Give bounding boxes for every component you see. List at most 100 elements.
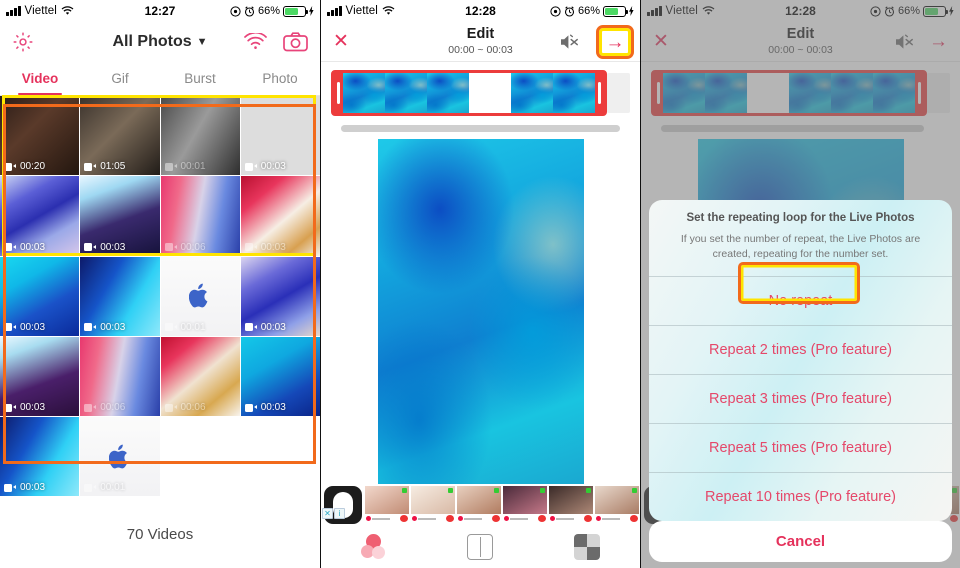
tab-photo[interactable]: Photo	[240, 62, 320, 95]
ad-thumbnail-item[interactable]	[595, 486, 639, 523]
location-icon	[550, 5, 561, 17]
split-view-icon[interactable]	[467, 533, 494, 560]
video-camera-icon	[164, 162, 177, 171]
grid-cell-video[interactable]: 00:03	[0, 417, 80, 497]
panel-all-photos: Viettel 12:27 66% All Photos ▼ Video Gif…	[0, 0, 320, 568]
ad-thumbnail-item[interactable]	[549, 486, 593, 523]
carrier-label: Viettel	[345, 5, 378, 17]
grid-cell-video[interactable]: 00:01	[80, 417, 160, 497]
video-camera-icon	[4, 243, 16, 251]
video-duration-badge: 00:03	[4, 402, 45, 413]
ad-thumbnail-item[interactable]	[503, 486, 547, 523]
video-camera-icon	[84, 323, 97, 332]
grid-cell-video[interactable]: 00:06	[160, 176, 240, 256]
ad-badges[interactable]: ✕ i	[322, 508, 345, 519]
ad-thumbnail-item[interactable]	[457, 486, 501, 523]
status-right: 66%	[550, 5, 634, 17]
ad-thumbnail-item[interactable]	[411, 486, 455, 523]
grid-cell-video[interactable]: 01:05	[80, 96, 160, 176]
tab-burst[interactable]: Burst	[160, 62, 240, 95]
grid-cell-video[interactable]: 00:20	[0, 96, 80, 176]
grid-cell-video[interactable]: 00:06	[160, 336, 240, 416]
filmstrip-frames	[343, 73, 595, 113]
grid-cell-video[interactable]: 00:01	[160, 96, 240, 176]
ad-status-dot	[632, 488, 637, 493]
three-panel-screenshot: Viettel 12:27 66% All Photos ▼ Video Gif…	[0, 0, 960, 568]
sheet-option-repeat-3[interactable]: Repeat 5 times (Pro feature)	[649, 423, 952, 472]
video-duration-label: 00:03	[260, 161, 286, 173]
battery-percent-label: 66%	[577, 5, 600, 17]
speaker-mute-icon[interactable]	[559, 33, 580, 51]
tab-video[interactable]: Video	[0, 62, 80, 95]
filmstrip-frame	[343, 73, 385, 113]
filmstrip-divider	[469, 73, 511, 113]
panel-edit: Viettel 12:28 66% ✕ Edit 00:00 ~ 00:03 →…	[320, 0, 640, 568]
video-grid: 00:20 01:05 00:01 00:03 00:03 00:03 00:06 00:03…	[0, 96, 320, 497]
video-camera-icon	[4, 323, 16, 332]
sheet-title: Set the repeating loop for the Live Phot…	[686, 211, 915, 224]
grid-cell-video[interactable]: 00:03	[80, 256, 160, 336]
video-duration-label: 00:03	[100, 241, 126, 253]
trim-handle-right[interactable]	[595, 73, 604, 113]
grid-cell-video[interactable]: 00:03	[240, 256, 320, 336]
video-duration-badge: 00:06	[164, 242, 206, 253]
ad-heart-icon	[446, 515, 454, 522]
grid-cell-video[interactable]: 00:06	[80, 336, 160, 416]
timeline-scrollbar[interactable]	[341, 125, 620, 132]
signal-bars-icon	[327, 6, 342, 16]
trim-clip[interactable]	[331, 70, 607, 116]
ad-content-row[interactable]	[321, 484, 640, 525]
video-camera-icon	[164, 243, 177, 251]
live-photo-icon[interactable]	[361, 533, 387, 560]
ad-heart-icon	[538, 515, 546, 522]
video-count-label: 70 Videos	[126, 526, 194, 544]
cancel-button[interactable]: Cancel	[649, 521, 952, 562]
panel-repeat-dialog: Viettel 12:28 66%	[640, 0, 960, 568]
sheet-option-repeat-1[interactable]: Repeat 2 times (Pro feature)	[649, 325, 952, 374]
wifi-transfer-icon[interactable]	[244, 33, 267, 51]
trim-handle-left[interactable]	[334, 73, 343, 113]
video-duration-badge: 00:06	[84, 402, 125, 413]
grid-cell-video[interactable]: 00:03	[240, 96, 320, 176]
grid-cell-video[interactable]: 00:03	[240, 336, 320, 416]
ad-close-button[interactable]: ✕	[322, 508, 333, 519]
video-duration-label: 00:01	[180, 161, 206, 173]
trimmer-wrapper	[321, 62, 640, 132]
sheet-option-repeat-4[interactable]: Repeat 10 times (Pro feature)	[649, 472, 952, 521]
charging-bolt-icon	[309, 6, 314, 16]
ad-info-button[interactable]: i	[334, 508, 345, 519]
video-duration-badge: 00:03	[244, 402, 286, 413]
video-preview-area	[321, 132, 640, 491]
sheet-option-no-repeat[interactable]: No repeat	[649, 276, 952, 325]
collage-icon[interactable]	[573, 533, 600, 560]
grid-cell-video[interactable]: 00:03	[0, 336, 80, 416]
sheet-option-repeat-2[interactable]: Repeat 3 times (Pro feature)	[649, 374, 952, 423]
ad-status-dot	[586, 488, 591, 493]
ad-thumbnail-item[interactable]	[365, 486, 409, 523]
video-duration-label: 00:03	[20, 241, 46, 253]
grid-cell-video[interactable]: 00:03	[0, 176, 80, 256]
location-icon	[230, 5, 241, 17]
video-grid-wrapper: 00:20 01:05 00:01 00:03 00:03 00:03 00:06 00:03…	[0, 95, 320, 497]
video-duration-label: 00:03	[100, 321, 126, 333]
grid-cell-video[interactable]: 00:03	[0, 256, 80, 336]
tab-gif[interactable]: Gif	[80, 62, 160, 95]
camera-icon[interactable]	[283, 32, 308, 52]
ad-heart-icon	[400, 515, 408, 522]
video-trimmer[interactable]	[331, 70, 630, 116]
video-preview[interactable]	[377, 139, 584, 491]
ad-banner[interactable]: ✕ i	[321, 484, 640, 525]
media-type-tabs: Video Gif Burst Photo	[0, 62, 320, 96]
video-duration-label: 00:03	[20, 482, 46, 494]
grid-cell-video[interactable]: 00:01	[160, 256, 240, 336]
video-camera-icon	[84, 403, 97, 412]
ad-heart-icon	[630, 515, 638, 522]
video-camera-icon	[4, 162, 16, 171]
video-camera-icon	[244, 323, 257, 332]
close-icon[interactable]: ✕	[333, 32, 349, 51]
grid-cell-video[interactable]: 00:03	[240, 176, 320, 256]
video-duration-label: 00:03	[260, 402, 286, 413]
video-duration-badge: 01:05	[84, 161, 125, 172]
grid-cell-video[interactable]: 00:03	[80, 176, 160, 256]
gear-icon[interactable]	[12, 31, 34, 53]
